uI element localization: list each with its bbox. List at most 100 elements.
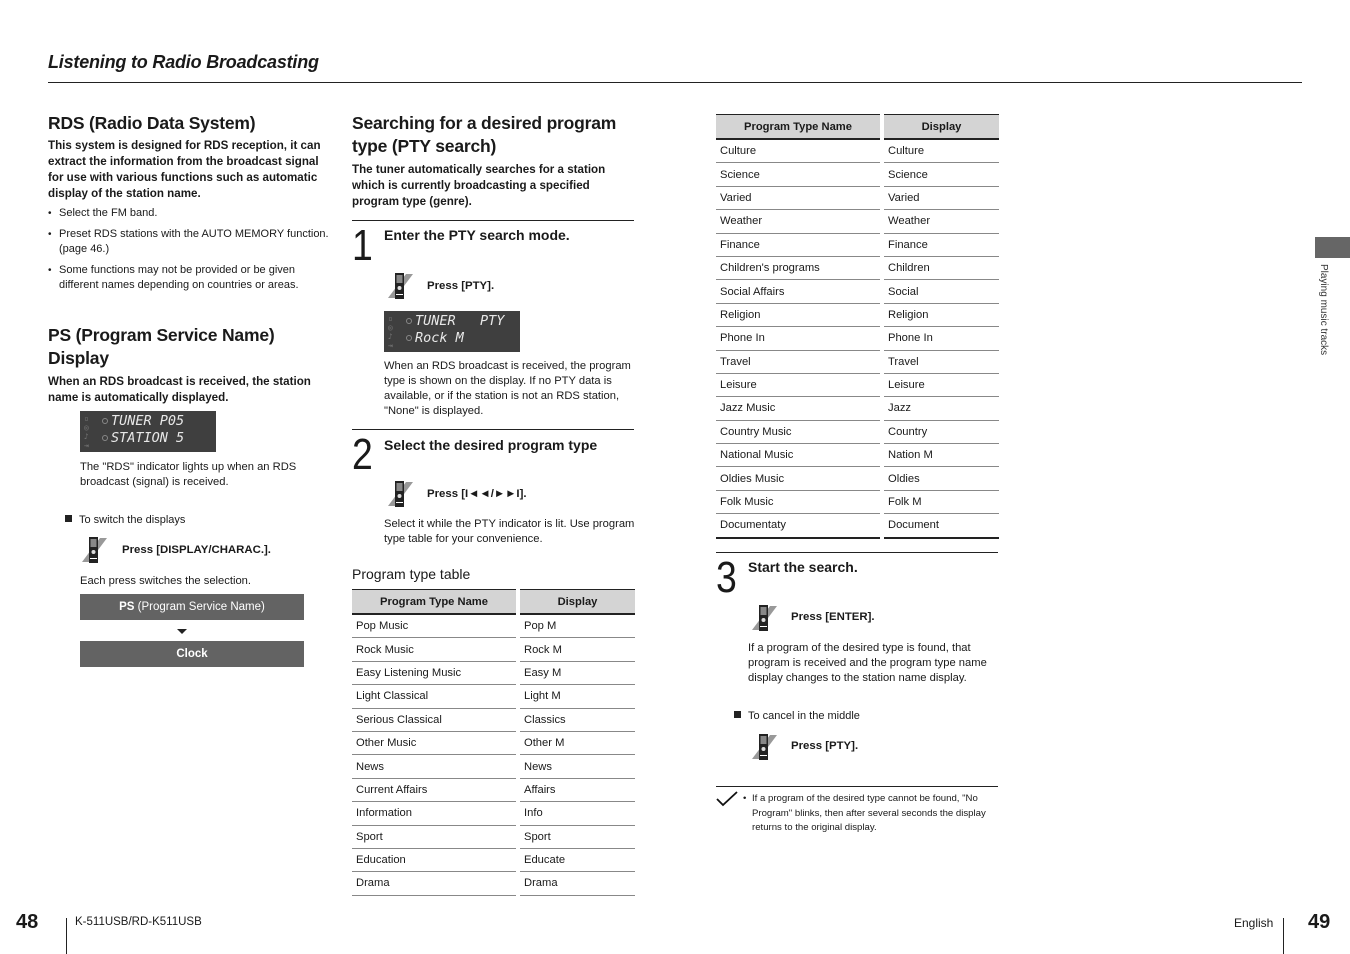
display-cell: Sport bbox=[520, 826, 635, 849]
table-row: Education Educate bbox=[352, 848, 635, 873]
table-header-row: Program Type Name Display bbox=[352, 589, 635, 615]
program-type-table-2: Program Type Name Display Culture Culture… bbox=[716, 114, 999, 539]
display-cell: Rock M bbox=[520, 638, 635, 662]
display-cell: Info bbox=[520, 802, 635, 826]
table-header-row: Program Type Name Display bbox=[716, 114, 999, 140]
lcd-line1: TUNER P05 bbox=[111, 413, 185, 429]
flow-arrow-down-icon bbox=[177, 629, 187, 634]
display-cell: Nation M bbox=[884, 444, 999, 468]
display-cell: News bbox=[520, 755, 635, 779]
display-cell: Oldies bbox=[884, 467, 999, 491]
program-type-name-cell: Folk Music bbox=[716, 491, 880, 515]
table-body: Culture Culture Science Science Varied Varied… bbox=[716, 140, 999, 539]
table-row: Finance Finance bbox=[716, 233, 999, 257]
remote-control-icon bbox=[388, 481, 413, 507]
program-type-name-cell: Culture bbox=[716, 140, 880, 164]
program-type-name-cell: Jazz Music bbox=[716, 397, 880, 421]
table-row: Folk Music Folk M bbox=[716, 490, 999, 515]
display-cell: Phone In bbox=[884, 327, 999, 351]
lcd-display-ps: ▫ ◎ ♪ ⇥ TUNER P05 STATION 5 bbox=[80, 411, 216, 452]
press-pty: Press [PTY]. bbox=[427, 280, 495, 292]
table-body: Pop Music Pop M Rock Music Rock M Easy Liste… bbox=[352, 615, 635, 896]
display-cell: Science bbox=[884, 163, 999, 187]
lcd-line1: TUNER PTY bbox=[415, 313, 505, 329]
program-type-name-cell: Children's programs bbox=[716, 257, 880, 281]
table-row: Pop Music Pop M bbox=[352, 615, 635, 639]
table-row: Sport Sport bbox=[352, 825, 635, 849]
table-row: Serious Classical Classics bbox=[352, 708, 635, 732]
table-row: Oldies Music Oldies bbox=[716, 467, 999, 491]
table-row: Documentaty Document bbox=[716, 514, 999, 539]
table-row: Leisure Leisure bbox=[716, 373, 999, 398]
model-number: K-511USB/RD-K511USB bbox=[75, 916, 202, 928]
display-cell: Other M bbox=[520, 732, 635, 756]
press-skip: Press [I◄◄/►►I]. bbox=[427, 488, 527, 500]
table-row: Phone In Phone In bbox=[716, 327, 999, 351]
program-type-name-cell: Documentaty bbox=[716, 514, 880, 539]
lcd-display-pty: ▫ ◎ ♪ ⇥ TUNER PTY Rock M bbox=[384, 311, 520, 352]
flow-item-ps: PS (Program Service Name) bbox=[80, 594, 304, 620]
display-cell: Culture bbox=[884, 140, 999, 164]
lcd-dot bbox=[406, 335, 412, 341]
remote-control-icon bbox=[388, 273, 413, 299]
footer-divider bbox=[66, 918, 67, 954]
pty-heading-line2: type (PTY search) bbox=[352, 136, 497, 156]
program-type-name-cell: Other Music bbox=[352, 732, 516, 756]
footer-divider bbox=[1283, 918, 1284, 954]
display-cell: Pop M bbox=[520, 615, 635, 639]
ps-lead: When an RDS broadcast is received, the s… bbox=[48, 375, 311, 404]
step-number: 3 bbox=[716, 553, 737, 602]
program-type-name-cell: Sport bbox=[352, 826, 516, 849]
table-row: Varied Varied bbox=[716, 186, 999, 211]
program-type-name-cell: Information bbox=[352, 802, 516, 826]
table-row: Travel Travel bbox=[716, 350, 999, 374]
press-pty-cancel: Press [PTY]. bbox=[791, 740, 859, 752]
remote-control-icon bbox=[752, 734, 777, 760]
checkmark-icon bbox=[716, 791, 738, 807]
section-tab[interactable] bbox=[1315, 237, 1350, 258]
flow-item-bold: Clock bbox=[176, 648, 208, 660]
program-type-name-cell: Pop Music bbox=[352, 615, 516, 639]
title-divider bbox=[48, 82, 1302, 83]
program-type-name-cell: Finance bbox=[716, 234, 880, 257]
column-header-name: Program Type Name bbox=[716, 114, 880, 140]
table-row: Social Affairs Social bbox=[716, 280, 999, 304]
remote-control-icon bbox=[82, 537, 107, 563]
program-type-name-cell: Serious Classical bbox=[352, 709, 516, 732]
flow-item-bold: PS bbox=[119, 601, 135, 613]
display-cell: Classics bbox=[520, 709, 635, 732]
step-description: When an RDS broadcast is received, the p… bbox=[384, 360, 631, 417]
cancel-title: To cancel in the middle bbox=[734, 710, 860, 722]
display-cell: Children bbox=[884, 257, 999, 281]
rds-bullet: Some functions may not be provided or be… bbox=[48, 263, 330, 294]
press-enter: Press [ENTER]. bbox=[791, 611, 875, 623]
program-type-name-cell: Current Affairs bbox=[352, 779, 516, 803]
program-type-name-cell: News bbox=[352, 755, 516, 779]
remote-control-icon bbox=[752, 605, 777, 631]
program-type-name-cell: Easy Listening Music bbox=[352, 662, 516, 686]
display-cell: Social bbox=[884, 280, 999, 304]
step-description: If a program of the desired type is foun… bbox=[748, 642, 987, 684]
program-type-name-cell: National Music bbox=[716, 444, 880, 468]
column-header-display: Display bbox=[520, 589, 635, 615]
step-title: Enter the PTY search mode. bbox=[384, 227, 570, 243]
display-cell: Travel bbox=[884, 351, 999, 374]
pty-section: Searching for a desired program type (PTY… bbox=[352, 112, 636, 210]
section-tab-label: Playing music tracks bbox=[1318, 264, 1329, 356]
table-row: Religion Religion bbox=[716, 303, 999, 328]
lcd-dot bbox=[102, 435, 108, 441]
display-cell: Jazz bbox=[884, 397, 999, 421]
display-cell: Varied bbox=[884, 187, 999, 211]
column-header-name: Program Type Name bbox=[352, 589, 516, 615]
step-title: Select the desired program type bbox=[384, 437, 598, 453]
step-number: 2 bbox=[352, 430, 373, 479]
display-cell: Country bbox=[884, 421, 999, 445]
program-type-name-cell: Rock Music bbox=[352, 638, 516, 662]
pty-heading: Searching for a desired program type (PTY… bbox=[352, 112, 636, 158]
ps-heading-line1: PS (Program Service Name) bbox=[48, 325, 275, 345]
rds-heading: RDS (Radio Data System) bbox=[48, 113, 256, 133]
display-cell: Leisure bbox=[884, 374, 999, 398]
table-row: Science Science bbox=[716, 163, 999, 187]
right-page-number: 49 bbox=[1308, 911, 1331, 933]
rds-bullet: Select the FM band. bbox=[48, 206, 330, 222]
